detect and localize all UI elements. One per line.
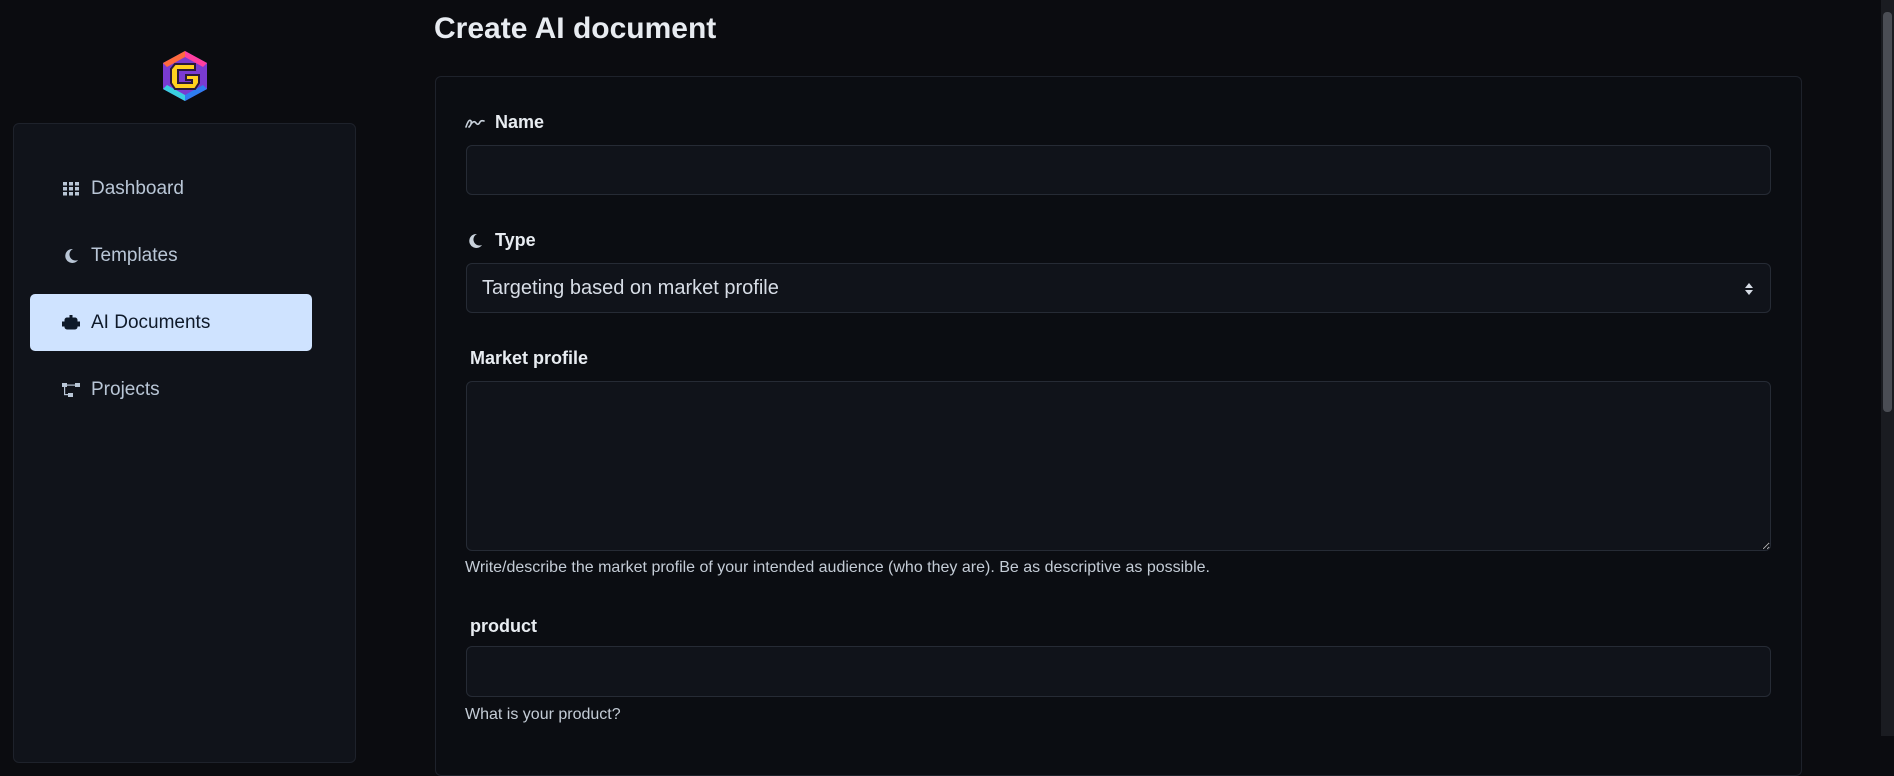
sidebar-item-projects[interactable]: Projects xyxy=(30,361,312,418)
name-input[interactable] xyxy=(466,145,1771,195)
page-title: Create AI document xyxy=(434,12,717,45)
product-label: product xyxy=(470,616,537,636)
sidebar-item-label: Projects xyxy=(91,378,160,400)
select-arrows-icon xyxy=(1743,280,1755,296)
market-profile-label: Market profile xyxy=(470,348,589,368)
product-help: What is your product? xyxy=(465,706,621,723)
app-logo[interactable] xyxy=(159,49,211,103)
sidebar: Dashboard Templates AI Documents Project… xyxy=(0,0,370,763)
grid-icon xyxy=(62,180,80,198)
sidebar-item-label: AI Documents xyxy=(91,311,211,333)
sidebar-item-dashboard[interactable]: Dashboard xyxy=(30,160,312,217)
moon-icon xyxy=(465,232,485,250)
sidebar-item-label: Templates xyxy=(91,244,178,266)
scrollbar-thumb[interactable] xyxy=(1883,12,1892,412)
sidebar-item-templates[interactable]: Templates xyxy=(30,227,312,284)
sitemap-icon xyxy=(62,381,80,399)
type-select-value: Targeting based on market profile xyxy=(482,276,779,299)
sidebar-item-ai-documents[interactable]: AI Documents xyxy=(30,294,312,351)
market-profile-help: Write/describe the market profile of you… xyxy=(465,559,1210,576)
robot-icon xyxy=(62,314,80,332)
sidebar-item-label: Dashboard xyxy=(91,177,184,199)
name-label: Name xyxy=(465,112,544,133)
product-input[interactable] xyxy=(466,646,1771,697)
moon-icon xyxy=(62,247,80,265)
page-scrollbar[interactable] xyxy=(1881,0,1894,736)
sidebar-nav xyxy=(13,123,356,763)
signature-icon xyxy=(465,114,485,132)
type-label: Type xyxy=(465,230,536,251)
market-profile-textarea[interactable] xyxy=(466,381,1771,551)
type-select[interactable]: Targeting based on market profile xyxy=(466,263,1771,313)
